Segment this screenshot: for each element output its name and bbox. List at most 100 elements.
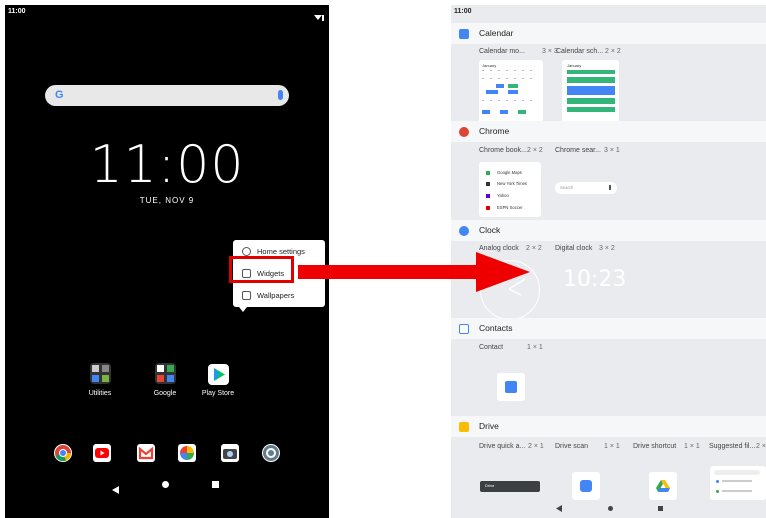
search-placeholder: Search	[560, 185, 574, 190]
google-logo-icon: G	[55, 89, 64, 101]
home-icon[interactable]	[162, 481, 169, 488]
back-icon[interactable]	[556, 505, 562, 512]
drive-widget-label: Drive	[485, 483, 495, 488]
event-bar	[567, 86, 615, 95]
widget-label: Calendar mo...	[479, 48, 525, 55]
chrome-icon	[459, 127, 469, 137]
chrome-bookmarks-widget-preview[interactable]: Google Maps New York Times Yahoo ESPN So…	[479, 162, 541, 217]
widget-size: 1 × 1	[527, 344, 543, 351]
drive-scan-widget-preview[interactable]	[572, 472, 600, 500]
drive-shortcut-widget-preview[interactable]	[649, 472, 677, 500]
section-header-calendar[interactable]: Calendar	[451, 23, 766, 44]
home-icon[interactable]	[608, 506, 613, 511]
google-folder-icon[interactable]	[155, 363, 176, 384]
utilities-folder-icon[interactable]	[90, 363, 111, 384]
widget-label: Chrome sear...	[555, 147, 601, 154]
settings-icon[interactable]	[262, 444, 280, 462]
status-time: 11:00	[454, 8, 472, 15]
gmail-icon[interactable]	[137, 444, 155, 462]
search-field	[714, 470, 760, 475]
chrome-icon[interactable]	[54, 444, 72, 462]
event-bar	[567, 107, 615, 112]
photos-icon[interactable]	[178, 444, 196, 462]
widget-label: Suggested fil...	[709, 443, 756, 450]
event-bar	[567, 77, 615, 83]
contact-icon	[505, 381, 517, 393]
widget-label: Contact	[479, 344, 504, 351]
widget-size: 3 × 1	[604, 147, 620, 154]
bookmark-label: Yahoo	[497, 193, 509, 198]
google-search-bar[interactable]: G	[45, 85, 289, 106]
widget-label: Drive scan	[555, 443, 589, 450]
play-store-icon[interactable]	[208, 364, 229, 385]
clock-icon	[459, 226, 469, 236]
section-header-contacts[interactable]: Contacts	[451, 318, 766, 339]
clock-time: 11:00	[89, 135, 245, 195]
widget-size: 2 × 2	[605, 48, 621, 55]
file-icon	[716, 490, 719, 493]
file-line	[722, 490, 752, 492]
calendar-icon	[459, 29, 469, 39]
calendar-month-widget-preview[interactable]: January	[479, 60, 543, 123]
contact-widget-preview[interactable]	[497, 373, 525, 401]
status-time: 11:00	[8, 8, 26, 15]
widget-label: Calendar sch...	[556, 48, 604, 55]
status-bar: 11:00	[451, 5, 766, 19]
contacts-icon	[459, 324, 469, 334]
widget-size: 1 × 1	[604, 443, 620, 450]
yahoo-icon	[486, 194, 490, 198]
file-line	[722, 480, 752, 482]
section-title: Calendar	[479, 28, 514, 38]
drive-logo-icon	[656, 480, 670, 492]
camera-icon	[580, 480, 592, 492]
wallpaper-icon	[242, 291, 251, 300]
espn-icon	[486, 206, 490, 210]
suggested-files-widget-preview[interactable]	[710, 466, 766, 500]
section-header-drive[interactable]: Drive	[451, 416, 766, 437]
widget-size: 2 × 2	[526, 245, 542, 252]
bookmark-label: New York Times	[497, 181, 528, 186]
section-header-clock[interactable]: Clock	[451, 220, 766, 241]
gear-icon	[242, 247, 251, 256]
event-bar	[567, 70, 615, 74]
app-label-google: Google	[153, 390, 177, 397]
recents-icon[interactable]	[212, 481, 219, 488]
popup-pointer	[239, 307, 247, 312]
digital-clock-widget-preview[interactable]: 10:23	[563, 267, 626, 292]
calendar-schedule-widget-preview[interactable]: January	[562, 60, 619, 123]
mic-icon[interactable]	[278, 90, 283, 100]
widget-size: 2 × 1	[528, 443, 544, 450]
section-title: Clock	[479, 225, 501, 235]
chrome-search-widget-preview[interactable]: Search	[555, 182, 617, 194]
app-label-utilities: Utilities	[88, 390, 112, 397]
section-title: Drive	[479, 421, 499, 431]
widget-label: Analog clock	[479, 245, 519, 252]
back-icon[interactable]	[112, 481, 120, 499]
youtube-icon[interactable]	[93, 444, 111, 462]
calendar-month-label: January	[482, 63, 497, 68]
widgets-highlight-box	[229, 256, 294, 283]
maps-icon	[486, 171, 490, 175]
widget-size: 3 × 2	[599, 245, 615, 252]
app-label-play-store: Play Store	[201, 390, 235, 397]
widget-size: 2 ×	[756, 443, 766, 450]
calendar-month-label: January	[567, 63, 582, 68]
widget-size: 1 × 1	[684, 443, 700, 450]
clock-date: TUE, NOV 9	[139, 196, 195, 205]
section-title: Contacts	[479, 323, 513, 333]
file-icon	[716, 480, 719, 483]
drive-quick-access-widget-preview[interactable]: Drive	[480, 481, 540, 492]
mic-icon	[609, 185, 611, 190]
bookmark-label: ESPN Soccer	[497, 205, 523, 210]
camera-icon[interactable]	[221, 444, 239, 462]
bookmark-label: Google Maps	[497, 170, 522, 175]
section-header-chrome[interactable]: Chrome	[451, 121, 766, 142]
nyt-icon	[486, 182, 490, 186]
widget-size: 2 × 2	[527, 147, 543, 154]
widget-label: Chrome book...	[479, 147, 527, 154]
widget-label: Digital clock	[555, 245, 593, 252]
widget-label: Drive shortcut	[633, 443, 677, 450]
recents-icon[interactable]	[658, 506, 663, 511]
status-icons	[314, 8, 324, 21]
section-title: Chrome	[479, 126, 510, 136]
